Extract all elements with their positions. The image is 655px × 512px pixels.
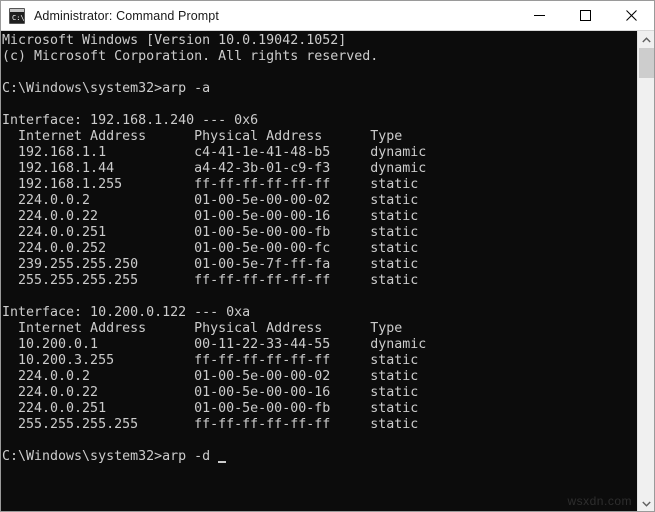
minimize-icon	[534, 10, 545, 21]
chevron-down-icon	[642, 501, 651, 507]
maximize-icon	[580, 10, 591, 21]
text-cursor	[218, 461, 226, 463]
maximize-button[interactable]	[562, 1, 608, 30]
vertical-scrollbar[interactable]	[637, 31, 654, 512]
app-icon-prompt-glyph: C:\_	[12, 15, 25, 22]
scrollbar-thumb[interactable]	[639, 48, 654, 78]
close-button[interactable]	[608, 1, 654, 30]
title-bar[interactable]: C:\_ Administrator: Command Prompt	[1, 1, 654, 31]
window-title: Administrator: Command Prompt	[34, 9, 516, 23]
command-prompt-icon: C:\_	[9, 8, 25, 24]
minimize-button[interactable]	[516, 1, 562, 30]
scroll-down-button[interactable]	[638, 495, 654, 512]
scroll-up-button[interactable]	[638, 31, 654, 48]
watermark: wsxdn.com	[567, 494, 632, 508]
app-icon-titlebar-stripe	[10, 9, 24, 12]
window-controls	[516, 1, 654, 30]
chevron-up-icon	[642, 37, 651, 43]
command-prompt-window: C:\_ Administrator: Command Prompt	[0, 0, 655, 512]
close-icon	[626, 10, 637, 21]
console-text: Microsoft Windows [Version 10.0.19042.10…	[2, 33, 426, 465]
terminal-output-area[interactable]: Microsoft Windows [Version 10.0.19042.10…	[1, 31, 637, 512]
